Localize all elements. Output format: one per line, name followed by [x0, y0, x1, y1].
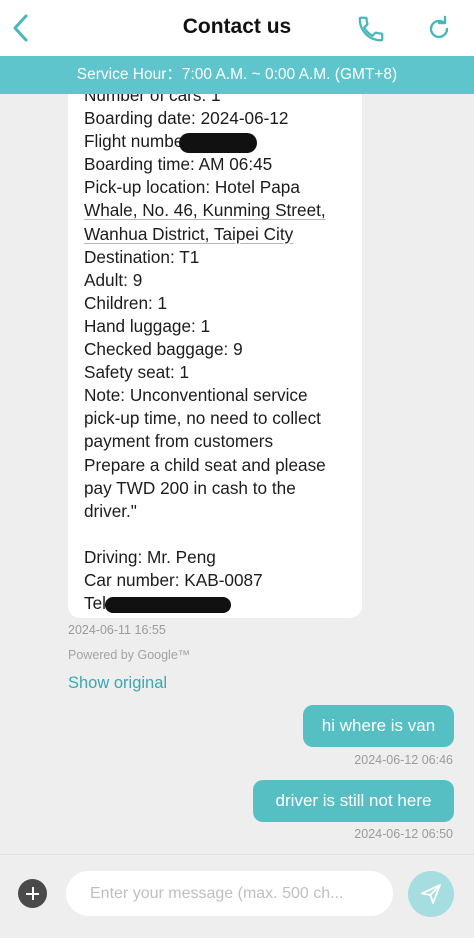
phone-icon [358, 16, 384, 42]
message-line: Destination: T1 [84, 246, 200, 267]
message-line: driver." [84, 500, 137, 521]
chat-area[interactable]: Number of cars: 1 Boarding date: 2024-06… [0, 94, 474, 854]
received-message-time: 2024-06-11 16:55 [68, 623, 166, 637]
message-line: Safety seat: 1 [84, 362, 190, 383]
message-input-bar [0, 854, 474, 938]
refresh-icon [429, 15, 449, 39]
message-line: Wanhua District, Taipei City [84, 223, 294, 244]
message-line: Children: 1 [84, 292, 168, 313]
message-input[interactable] [66, 871, 393, 916]
show-original-link[interactable]: Show original [68, 674, 167, 693]
redacted-mark [104, 596, 231, 613]
message-line: pick-up time, no need to collect [84, 408, 321, 429]
call-button[interactable] [356, 14, 386, 44]
send-button[interactable] [408, 871, 454, 917]
message-line: Boarding time: AM 06:45 [84, 154, 273, 175]
header-bar: Contact us [0, 0, 474, 56]
message-line-text: Flight number [84, 131, 190, 152]
sent-message-bubble: hi where is van [303, 705, 454, 747]
refresh-button[interactable] [424, 14, 454, 44]
message-line [84, 523, 374, 546]
message-line: Prepare a child seat and please [84, 454, 326, 475]
message-line: Flight number [84, 130, 374, 153]
message-line: Whale, No. 46, Kunming Street, [84, 200, 326, 221]
message-line: Boarding date: 2024-06-12 [84, 108, 289, 129]
message-line: Car number: KAB-0087 [84, 569, 263, 590]
message-line: Adult: 9 [84, 269, 143, 290]
received-message-text: Number of cars: 1 Boarding date: 2024-06… [84, 94, 374, 615]
message-line: Checked baggage: 9 [84, 339, 243, 360]
message-line: Driving: Mr. Peng [84, 546, 216, 567]
send-icon [421, 884, 441, 904]
page-title: Contact us [182, 15, 292, 38]
message-line: Hand luggage: 1 [84, 315, 211, 336]
sent-message-time: 2024-06-12 06:46 [354, 753, 453, 767]
message-line: Note: Unconventional service [84, 385, 308, 406]
message-line: Pick-up location: Hotel Papa [84, 177, 300, 198]
add-attachment-button[interactable] [18, 879, 47, 908]
message-line: pay TWD 200 in cash to the [84, 477, 296, 498]
message-line: Number of cars: 1 [84, 94, 221, 105]
message-line: payment from customers [84, 431, 274, 452]
sent-message-time: 2024-06-12 06:50 [354, 827, 453, 841]
powered-by-google: Powered by Google™ [68, 648, 191, 662]
redacted-mark [179, 132, 258, 153]
message-line: Tel: [84, 592, 374, 615]
sent-message-bubble: driver is still not here [253, 780, 454, 822]
service-hour-banner: Service Hour：7:00 A.M. ~ 0:00 A.M. (GMT+… [0, 56, 474, 94]
